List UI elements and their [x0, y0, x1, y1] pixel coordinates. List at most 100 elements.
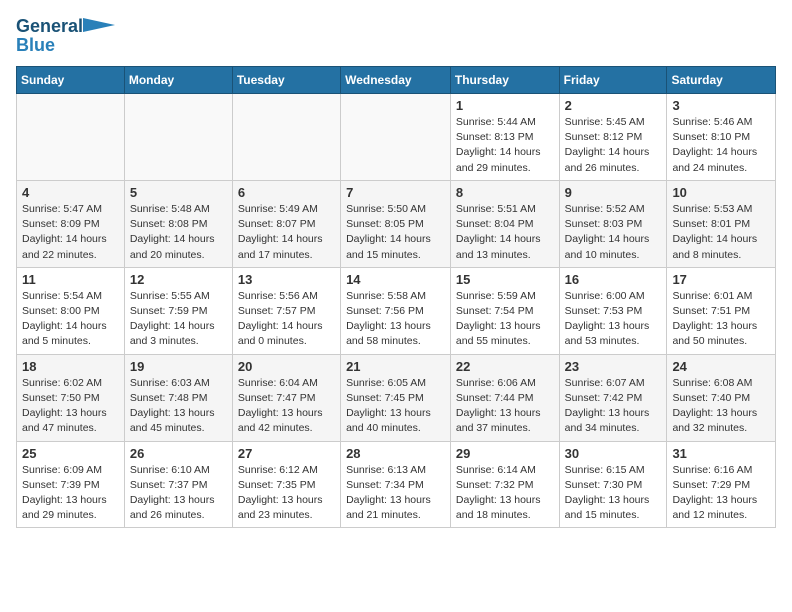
day-number: 13 [238, 272, 335, 287]
day-info: Sunrise: 6:15 AMSunset: 7:30 PMDaylight:… [565, 463, 662, 524]
day-number: 21 [346, 359, 445, 374]
day-info: Sunrise: 6:16 AMSunset: 7:29 PMDaylight:… [672, 463, 770, 524]
calendar-cell: 25 Sunrise: 6:09 AMSunset: 7:39 PMDayligh… [17, 441, 125, 528]
calendar-week-3: 11 Sunrise: 5:54 AMSunset: 8:00 PMDayligh… [17, 267, 776, 354]
day-info: Sunrise: 6:10 AMSunset: 7:37 PMDaylight:… [130, 463, 227, 524]
day-number: 1 [456, 98, 554, 113]
day-number: 6 [238, 185, 335, 200]
calendar-cell: 27 Sunrise: 6:12 AMSunset: 7:35 PMDayligh… [232, 441, 340, 528]
calendar-cell: 10 Sunrise: 5:53 AMSunset: 8:01 PMDayligh… [667, 180, 776, 267]
day-number: 24 [672, 359, 770, 374]
day-info: Sunrise: 5:46 AMSunset: 8:10 PMDaylight:… [672, 115, 770, 176]
day-number: 15 [456, 272, 554, 287]
calendar-cell: 22 Sunrise: 6:06 AMSunset: 7:44 PMDayligh… [450, 354, 559, 441]
calendar-cell: 26 Sunrise: 6:10 AMSunset: 7:37 PMDayligh… [124, 441, 232, 528]
calendar-cell: 11 Sunrise: 5:54 AMSunset: 8:00 PMDayligh… [17, 267, 125, 354]
calendar-cell: 21 Sunrise: 6:05 AMSunset: 7:45 PMDayligh… [341, 354, 451, 441]
day-number: 22 [456, 359, 554, 374]
day-number: 12 [130, 272, 227, 287]
calendar-cell: 12 Sunrise: 5:55 AMSunset: 7:59 PMDayligh… [124, 267, 232, 354]
calendar-cell: 13 Sunrise: 5:56 AMSunset: 7:57 PMDayligh… [232, 267, 340, 354]
day-info: Sunrise: 5:47 AMSunset: 8:09 PMDaylight:… [22, 202, 119, 263]
day-info: Sunrise: 5:50 AMSunset: 8:05 PMDaylight:… [346, 202, 445, 263]
day-number: 9 [565, 185, 662, 200]
page-header: General Blue [16, 16, 776, 56]
calendar-cell: 28Sunrise: 6:13 AMSunset: 7:34 PMDayligh… [341, 441, 451, 528]
day-info: Sunrise: 5:58 AMSunset: 7:56 PMDaylight:… [346, 289, 445, 350]
calendar-cell: 19Sunrise: 6:03 AMSunset: 7:48 PMDayligh… [124, 354, 232, 441]
calendar-cell: 8Sunrise: 5:51 AMSunset: 8:04 PMDaylight… [450, 180, 559, 267]
day-number: 31 [672, 446, 770, 461]
day-number: 7 [346, 185, 445, 200]
day-number: 25 [22, 446, 119, 461]
calendar-cell: 20 Sunrise: 6:04 AMSunset: 7:47 PMDayligh… [232, 354, 340, 441]
day-number: 8 [456, 185, 554, 200]
day-info: Sunrise: 6:06 AMSunset: 7:44 PMDaylight:… [456, 376, 554, 437]
day-info: Sunrise: 5:49 AMSunset: 8:07 PMDaylight:… [238, 202, 335, 263]
day-header-tuesday: Tuesday [232, 67, 340, 94]
day-info: Sunrise: 5:54 AMSunset: 8:00 PMDaylight:… [22, 289, 119, 350]
calendar-cell: 9 Sunrise: 5:52 AMSunset: 8:03 PMDaylight… [559, 180, 667, 267]
day-info: Sunrise: 6:12 AMSunset: 7:35 PMDaylight:… [238, 463, 335, 524]
day-info: Sunrise: 5:59 AMSunset: 7:54 PMDaylight:… [456, 289, 554, 350]
day-info: Sunrise: 5:53 AMSunset: 8:01 PMDaylight:… [672, 202, 770, 263]
calendar-cell: 3 Sunrise: 5:46 AMSunset: 8:10 PMDaylight… [667, 94, 776, 181]
day-info: Sunrise: 5:44 AMSunset: 8:13 PMDaylight:… [456, 115, 554, 176]
day-info: Sunrise: 6:13 AMSunset: 7:34 PMDaylight:… [346, 463, 445, 524]
day-number: 30 [565, 446, 662, 461]
logo-text: General [16, 16, 115, 37]
calendar-week-2: 4 Sunrise: 5:47 AMSunset: 8:09 PMDaylight… [17, 180, 776, 267]
day-header-wednesday: Wednesday [341, 67, 451, 94]
calendar-header-row: SundayMondayTuesdayWednesdayThursdayFrid… [17, 67, 776, 94]
calendar-cell [232, 94, 340, 181]
calendar-cell [17, 94, 125, 181]
calendar-cell: 30 Sunrise: 6:15 AMSunset: 7:30 PMDayligh… [559, 441, 667, 528]
day-info: Sunrise: 5:56 AMSunset: 7:57 PMDaylight:… [238, 289, 335, 350]
calendar-cell: 15 Sunrise: 5:59 AMSunset: 7:54 PMDayligh… [450, 267, 559, 354]
day-info: Sunrise: 5:55 AMSunset: 7:59 PMDaylight:… [130, 289, 227, 350]
day-info: Sunrise: 6:09 AMSunset: 7:39 PMDaylight:… [22, 463, 119, 524]
day-number: 20 [238, 359, 335, 374]
calendar-cell: 16Sunrise: 6:00 AMSunset: 7:53 PMDayligh… [559, 267, 667, 354]
calendar-cell: 4 Sunrise: 5:47 AMSunset: 8:09 PMDaylight… [17, 180, 125, 267]
calendar-cell: 17Sunrise: 6:01 AMSunset: 7:51 PMDayligh… [667, 267, 776, 354]
day-info: Sunrise: 6:05 AMSunset: 7:45 PMDaylight:… [346, 376, 445, 437]
calendar-cell: 31 Sunrise: 6:16 AMSunset: 7:29 PMDayligh… [667, 441, 776, 528]
calendar-cell: 5Sunrise: 5:48 AMSunset: 8:08 PMDaylight… [124, 180, 232, 267]
calendar-cell [341, 94, 451, 181]
day-info: Sunrise: 5:52 AMSunset: 8:03 PMDaylight:… [565, 202, 662, 263]
day-info: Sunrise: 5:48 AMSunset: 8:08 PMDaylight:… [130, 202, 227, 263]
day-number: 27 [238, 446, 335, 461]
day-number: 4 [22, 185, 119, 200]
calendar-cell: 18Sunrise: 6:02 AMSunset: 7:50 PMDayligh… [17, 354, 125, 441]
day-info: Sunrise: 6:04 AMSunset: 7:47 PMDaylight:… [238, 376, 335, 437]
day-header-monday: Monday [124, 67, 232, 94]
calendar-week-4: 18Sunrise: 6:02 AMSunset: 7:50 PMDayligh… [17, 354, 776, 441]
day-header-thursday: Thursday [450, 67, 559, 94]
day-info: Sunrise: 6:08 AMSunset: 7:40 PMDaylight:… [672, 376, 770, 437]
calendar-cell: 14 Sunrise: 5:58 AMSunset: 7:56 PMDayligh… [341, 267, 451, 354]
day-number: 3 [672, 98, 770, 113]
day-number: 26 [130, 446, 227, 461]
day-number: 10 [672, 185, 770, 200]
calendar-body: 1 Sunrise: 5:44 AMSunset: 8:13 PMDaylight… [17, 94, 776, 528]
calendar-cell: 23Sunrise: 6:07 AMSunset: 7:42 PMDayligh… [559, 354, 667, 441]
day-info: Sunrise: 6:03 AMSunset: 7:48 PMDaylight:… [130, 376, 227, 437]
day-info: Sunrise: 6:01 AMSunset: 7:51 PMDaylight:… [672, 289, 770, 350]
day-number: 11 [22, 272, 119, 287]
day-info: Sunrise: 5:45 AMSunset: 8:12 PMDaylight:… [565, 115, 662, 176]
calendar-week-1: 1 Sunrise: 5:44 AMSunset: 8:13 PMDaylight… [17, 94, 776, 181]
day-number: 14 [346, 272, 445, 287]
day-info: Sunrise: 6:14 AMSunset: 7:32 PMDaylight:… [456, 463, 554, 524]
logo-blue-text: Blue [16, 35, 55, 56]
day-header-sunday: Sunday [17, 67, 125, 94]
calendar-cell: 29Sunrise: 6:14 AMSunset: 7:32 PMDayligh… [450, 441, 559, 528]
calendar-week-5: 25 Sunrise: 6:09 AMSunset: 7:39 PMDayligh… [17, 441, 776, 528]
logo-arrow-icon [83, 18, 115, 32]
calendar-table: SundayMondayTuesdayWednesdayThursdayFrid… [16, 66, 776, 528]
calendar-cell [124, 94, 232, 181]
day-number: 16 [565, 272, 662, 287]
calendar-cell: 24 Sunrise: 6:08 AMSunset: 7:40 PMDayligh… [667, 354, 776, 441]
calendar-cell: 1 Sunrise: 5:44 AMSunset: 8:13 PMDaylight… [450, 94, 559, 181]
day-info: Sunrise: 6:02 AMSunset: 7:50 PMDaylight:… [22, 376, 119, 437]
